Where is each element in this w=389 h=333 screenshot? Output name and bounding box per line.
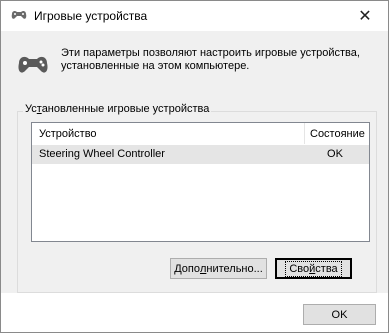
gamepad-icon <box>11 10 27 19</box>
game-controllers-dialog: Игровые устройства ✕ Эти параметры позво… <box>0 0 389 333</box>
list-item[interactable]: Steering Wheel Controller OK <box>32 145 369 164</box>
column-header-device[interactable]: Устройство <box>39 128 97 140</box>
list-header: Устройство Состояние <box>32 123 369 144</box>
close-button[interactable]: ✕ <box>342 1 388 31</box>
title-bar: Игровые устройства ✕ <box>1 1 388 31</box>
device-name: Steering Wheel Controller <box>39 148 165 160</box>
controllers-list[interactable]: Устройство Состояние Steering Wheel Cont… <box>31 122 370 242</box>
description-text: Эти параметры позволяют настроить игровы… <box>61 47 360 72</box>
column-header-status[interactable]: Состояние <box>310 128 365 140</box>
device-status: OK <box>327 148 343 160</box>
column-divider[interactable] <box>304 123 305 144</box>
close-icon: ✕ <box>358 8 372 25</box>
window-title: Игровые устройства <box>34 9 148 23</box>
gamepad-icon <box>18 56 48 73</box>
ok-button[interactable]: OK <box>303 304 376 325</box>
properties-button[interactable]: Свойства <box>275 258 352 279</box>
dialog-body: Эти параметры позволяют настроить игровы… <box>1 31 388 293</box>
group-title: Установленные игровые устройства <box>23 103 212 115</box>
advanced-button[interactable]: Допо л нительно... <box>170 258 267 279</box>
